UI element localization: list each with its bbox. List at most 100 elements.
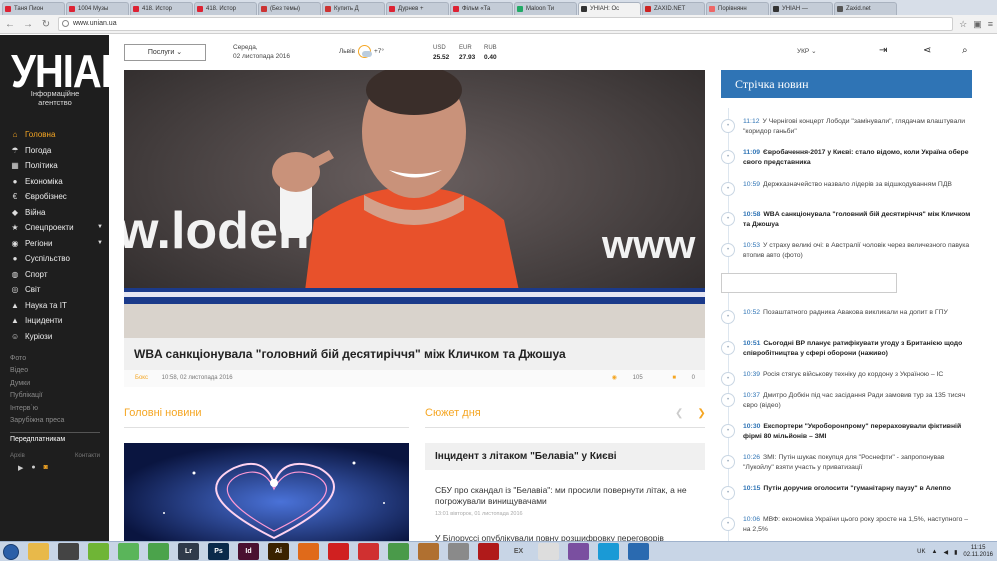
sidebar-item[interactable]: ☂ Погода — [0, 143, 109, 159]
secondary-menu-item[interactable]: Зарубіжна преса — [10, 415, 64, 427]
photoshop-app-icon[interactable]: Ps — [208, 543, 229, 560]
evernote-app-icon[interactable] — [88, 543, 109, 560]
disc-app-icon[interactable] — [448, 543, 469, 560]
sidebar-item[interactable]: ● Суспільство — [0, 251, 109, 267]
caret-down-icon[interactable]: ▼ — [97, 220, 103, 236]
story-heading[interactable]: Сюжет дня — [425, 407, 481, 419]
folder-app-icon[interactable] — [28, 543, 49, 560]
secondary-menu-item[interactable]: Публікації — [10, 390, 64, 402]
browser-tab[interactable]: Дурнев + — [386, 2, 449, 15]
sidebar-item[interactable]: ◆ Війна — [0, 205, 109, 221]
caret-down-icon[interactable]: ▼ — [97, 236, 103, 252]
bookmark-star-icon[interactable]: ☆ — [959, 19, 967, 30]
sidebar-item[interactable]: ◍ Спорт — [0, 267, 109, 283]
browser-tab[interactable]: 1004 Музы — [66, 2, 129, 15]
start-button[interactable] — [3, 543, 19, 560]
feed-item-text: 10:39 Росія стягує військову техніку до к… — [743, 370, 971, 380]
browser-tab[interactable]: Фільм «Та — [450, 2, 513, 15]
browser-tab[interactable]: УНІАН — — [770, 2, 833, 15]
keyboard-language[interactable]: UK — [917, 549, 925, 555]
secondary-menu-item[interactable]: Думки — [10, 378, 64, 390]
media-app-icon[interactable] — [58, 543, 79, 560]
main-news-image[interactable] — [124, 443, 409, 541]
tray-arrow-icon[interactable]: ▲ — [932, 549, 938, 555]
search-icon[interactable]: ⌕ — [962, 45, 968, 56]
skype-app-icon[interactable] — [598, 543, 619, 560]
network-icon[interactable]: ▮ — [954, 549, 957, 556]
sidebar-item[interactable]: ● Економіка — [0, 174, 109, 190]
browser-tab[interactable]: Купить Д — [322, 2, 385, 15]
secondary-menu-item[interactable]: Фото — [10, 353, 64, 365]
extension-icon[interactable]: ▣ — [973, 19, 982, 30]
browser-tab[interactable]: УНІАН: Ос — [578, 2, 641, 15]
volume-icon[interactable]: ◀ — [943, 549, 948, 556]
secondary-menu-item[interactable]: Відео — [10, 365, 64, 377]
browser-tab[interactable]: (Без темы) — [258, 2, 321, 15]
story-item[interactable]: У Білоруссі опублікували повну розшифров… — [435, 533, 703, 541]
vlc-app-icon[interactable] — [628, 543, 649, 560]
firefox-app-icon[interactable] — [298, 543, 319, 560]
browser-tab[interactable]: Порівнянн — [706, 2, 769, 15]
subscribers-link[interactable]: Передплатникам — [10, 436, 65, 443]
browser-tab[interactable]: Таня Пион — [2, 2, 65, 15]
page-info-icon[interactable] — [62, 20, 69, 27]
main-news-heading[interactable]: Головні новини — [124, 407, 202, 419]
browser-tab[interactable]: 418. Истор — [130, 2, 193, 15]
back-icon[interactable]: ← — [4, 19, 16, 30]
hero-title[interactable]: WBA санкціонувала "головний бій десятирі… — [124, 338, 705, 370]
indesign-app-icon[interactable]: Id — [238, 543, 259, 560]
sidebar-item[interactable]: ◎ Світ — [0, 282, 109, 298]
login-icon[interactable]: ⇥ — [879, 45, 887, 56]
forward-icon[interactable]: → — [22, 19, 34, 30]
browser-tab[interactable]: 418. Истор — [194, 2, 257, 15]
share-icon[interactable]: ⋖ — [923, 45, 931, 56]
lightroom-app-icon[interactable]: Lr — [178, 543, 199, 560]
news-feed-title[interactable]: Стрічка новин — [721, 70, 972, 98]
illustrator-app-icon[interactable]: Ai — [268, 543, 289, 560]
browser-tab[interactable]: Maloon Ти — [514, 2, 577, 15]
hero-category[interactable]: Бокс — [135, 375, 148, 381]
leaf-app-icon[interactable] — [118, 543, 139, 560]
hero-image[interactable]: w.loden www — [124, 70, 705, 338]
contacts-link[interactable]: Контакти — [75, 453, 100, 459]
sidebar-item[interactable]: ▦ Політика — [0, 158, 109, 174]
chevron-left-icon[interactable]: ❮ — [675, 408, 683, 419]
reload-icon[interactable]: ↻ — [40, 19, 52, 30]
rss-icon[interactable]: ◙ — [44, 464, 48, 472]
story-title[interactable]: Інцидент з літаком "Белавіа" у Києві — [425, 443, 705, 470]
browser-menu-icon[interactable]: ≡ — [988, 19, 993, 29]
language-selector[interactable]: УКР ⌄ — [797, 47, 817, 55]
sidebar-item[interactable]: ▲ Інциденти — [0, 313, 109, 329]
browser-tab[interactable]: Zaxid.net — [834, 2, 897, 15]
sidebar-item-label: Суспільство — [25, 254, 70, 263]
leaf2-app-icon[interactable] — [148, 543, 169, 560]
apple-icon[interactable]: ● — [31, 464, 35, 472]
red2-app-icon[interactable] — [358, 543, 379, 560]
weather-widget[interactable]: Львів +7° — [339, 45, 384, 58]
filezilla-app-icon[interactable] — [478, 543, 499, 560]
secondary-menu-item[interactable]: Інтерв`ю — [10, 403, 64, 415]
story-item[interactable]: СБУ про скандал із "Белавіа": ми просили… — [435, 485, 703, 507]
doc-app-icon[interactable] — [538, 543, 559, 560]
sidebar-item[interactable]: ◉ Регіони ▼ — [0, 236, 109, 252]
sidebar-item[interactable]: ☺ Куріози — [0, 329, 109, 345]
sidebar-item[interactable]: ▲ Наука та IT — [0, 298, 109, 314]
ex-app-icon[interactable]: EX — [508, 543, 529, 560]
clock[interactable]: 11:15 02.11.2016 — [963, 545, 993, 559]
sidebar-item[interactable]: € Євробізнес — [0, 189, 109, 205]
sidebar-item[interactable]: ⌂ Головна — [0, 127, 109, 143]
photo-app-icon[interactable] — [418, 543, 439, 560]
chrome-app-icon[interactable] — [388, 543, 409, 560]
url-input[interactable]: www.unian.ua — [58, 17, 954, 31]
sidebar-item[interactable]: ★ Спецпроекти ▼ — [0, 220, 109, 236]
viber-app-icon[interactable] — [568, 543, 589, 560]
browser-tab[interactable]: ZAXID.NET — [642, 2, 705, 15]
word-app-icon[interactable] — [658, 543, 679, 560]
system-tray: UK ▲ ◀ ▮ 11:15 02.11.2016 — [917, 542, 993, 562]
logo[interactable]: УНІАН Інформаційне агентство — [11, 49, 130, 107]
red-app-icon[interactable] — [328, 543, 349, 560]
chevron-right-icon[interactable]: ❯ — [697, 408, 705, 419]
google-play-icon[interactable]: ▶ — [18, 464, 23, 472]
archive-link[interactable]: Архів — [10, 453, 25, 459]
services-dropdown[interactable]: Послуги ⌄ — [124, 44, 206, 61]
